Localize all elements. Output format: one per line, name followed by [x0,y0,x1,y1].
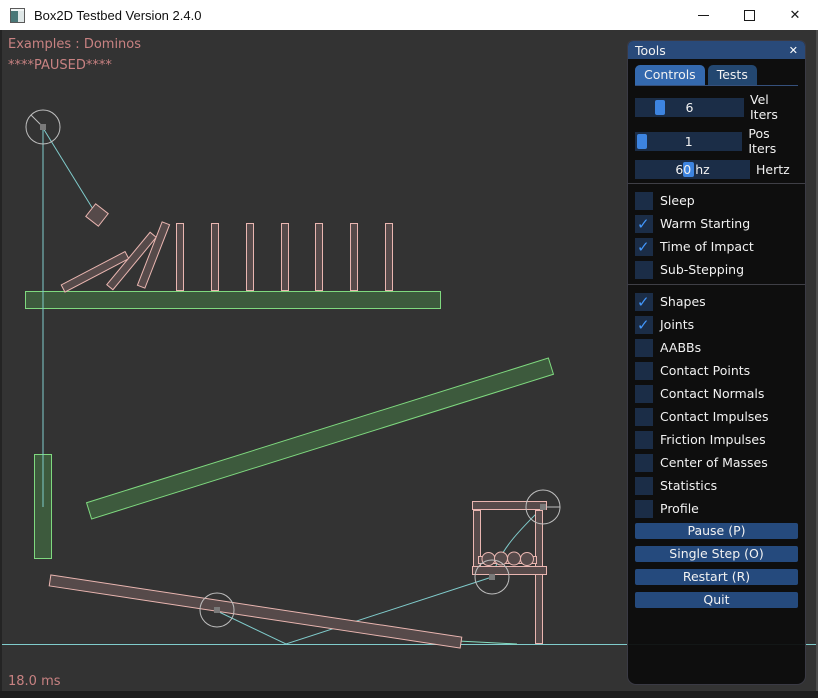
close-icon: ✕ [790,9,801,22]
tab-bar: Controls Tests [635,65,798,86]
checkbox-box: ✓ [635,293,653,311]
slider-hertz: 60 hz Hertz [635,160,798,179]
checkbox-box: ✓ [635,431,653,449]
checkbox-warm-starting[interactable]: ✓ Warm Starting [635,215,798,233]
slider-value: 1 [635,132,742,151]
checkbox-sleep[interactable]: ✓ Sleep [635,192,798,210]
pause-button[interactable]: Pause (P) [635,523,798,539]
slider-vel-iters: 6 Vel Iters [635,92,798,122]
example-label: Examples : Dominos [8,37,141,52]
window-titlebar[interactable]: Box2D Testbed Version 2.4.0 ✕ [0,0,818,30]
checkbox-joints[interactable]: ✓ Joints [635,316,798,334]
pos-iters-slider[interactable]: 1 [635,132,742,151]
checkbox-label: Shapes [660,293,706,311]
standing-dominoes[interactable] [177,224,393,291]
quit-button[interactable]: Quit [635,592,798,608]
maximize-button[interactable] [726,0,772,30]
window-title: Box2D Testbed Version 2.4.0 [34,8,201,23]
checkbox-box: ✓ [635,454,653,472]
paused-label: ****PAUSED**** [8,58,112,73]
tools-panel-titlebar[interactable]: Tools ✕ [628,41,805,59]
slider-value: 60 hz [635,160,750,179]
slider-value: 6 [635,98,744,117]
checkbox-box: ✓ [635,339,653,357]
checkbox-box: ✓ [635,408,653,426]
checkbox-friction-impulses[interactable]: ✓ Friction Impulses [635,431,798,449]
checkbox-label: Center of Masses [660,454,768,472]
checkbox-label: Sleep [660,192,695,210]
checkbox-box: ✓ [635,215,653,233]
checkbox-label: Contact Impulses [660,408,769,426]
checkbox-contact-points[interactable]: ✓ Contact Points [635,362,798,380]
checkbox-shapes[interactable]: ✓ Shapes [635,293,798,311]
checkbox-label: AABBs [660,339,701,357]
tools-panel: Tools ✕ Controls Tests 6 Vel Iters 1 P [627,40,806,685]
tab-controls[interactable]: Controls [635,65,705,85]
checkbox-box: ✓ [635,261,653,279]
fallen-dominoes[interactable] [61,222,169,292]
separator [628,183,805,184]
checkbox-label: Contact Points [660,362,750,380]
checkbox-box: ✓ [635,192,653,210]
checkbox-box: ✓ [635,362,653,380]
hertz-slider[interactable]: 60 hz [635,160,750,179]
checkbox-label: Joints [660,316,694,334]
domino-platform [26,292,441,309]
stand-frame[interactable] [473,502,547,644]
checkbox-label: Time of Impact [660,238,754,256]
checkmark-icon: ✓ [637,316,650,334]
app-window: Examples : Dominos ****PAUSED**** 18.0 m… [0,0,818,698]
checkmark-icon: ✓ [637,293,650,311]
pendulum-box[interactable] [86,204,108,226]
checkbox-contact-impulses[interactable]: ✓ Contact Impulses [635,408,798,426]
panel-close-icon[interactable]: ✕ [789,44,798,57]
tools-panel-title: Tools [635,43,666,58]
checkbox-profile[interactable]: ✓ Profile [635,500,798,518]
window-border-left [0,30,2,698]
minimize-icon [698,15,709,16]
green-ramp [87,358,554,519]
caption-buttons: ✕ [680,0,818,30]
checkbox-center-of-masses[interactable]: ✓ Center of Masses [635,454,798,472]
checkbox-sub-stepping[interactable]: ✓ Sub-Stepping [635,261,798,279]
window-border-bottom [0,691,818,698]
checkbox-box: ✓ [635,316,653,334]
restart-button[interactable]: Restart (R) [635,569,798,585]
slider-label: Pos Iters [748,126,798,156]
slider-pos-iters: 1 Pos Iters [635,126,798,156]
tab-tests[interactable]: Tests [708,65,757,85]
maximize-icon [744,10,755,21]
checkbox-time-of-impact[interactable]: ✓ Time of Impact [635,238,798,256]
checkmark-icon: ✓ [637,215,650,233]
separator [628,284,805,285]
checkbox-box: ✓ [635,238,653,256]
slider-label: Vel Iters [750,92,798,122]
checkbox-box: ✓ [635,500,653,518]
checkbox-label: Profile [660,500,699,518]
vel-iters-slider[interactable]: 6 [635,98,744,117]
minimize-button[interactable] [680,0,726,30]
checkbox-box: ✓ [635,477,653,495]
checkbox-label: Warm Starting [660,215,750,233]
checkbox-contact-normals[interactable]: ✓ Contact Normals [635,385,798,403]
close-button[interactable]: ✕ [772,0,818,30]
checkbox-label: Contact Normals [660,385,764,403]
seesaw-plank[interactable] [49,575,462,648]
checkbox-box: ✓ [635,385,653,403]
app-icon [10,8,25,23]
single-step-button[interactable]: Single Step (O) [635,546,798,562]
frame-time-label: 18.0 ms [8,674,61,689]
slider-label: Hertz [756,162,790,177]
checkbox-statistics[interactable]: ✓ Statistics [635,477,798,495]
checkbox-aabbs[interactable]: ✓ AABBs [635,339,798,357]
checkbox-label: Sub-Stepping [660,261,744,279]
checkmark-icon: ✓ [637,238,650,256]
checkbox-label: Statistics [660,477,717,495]
checkbox-label: Friction Impulses [660,431,766,449]
